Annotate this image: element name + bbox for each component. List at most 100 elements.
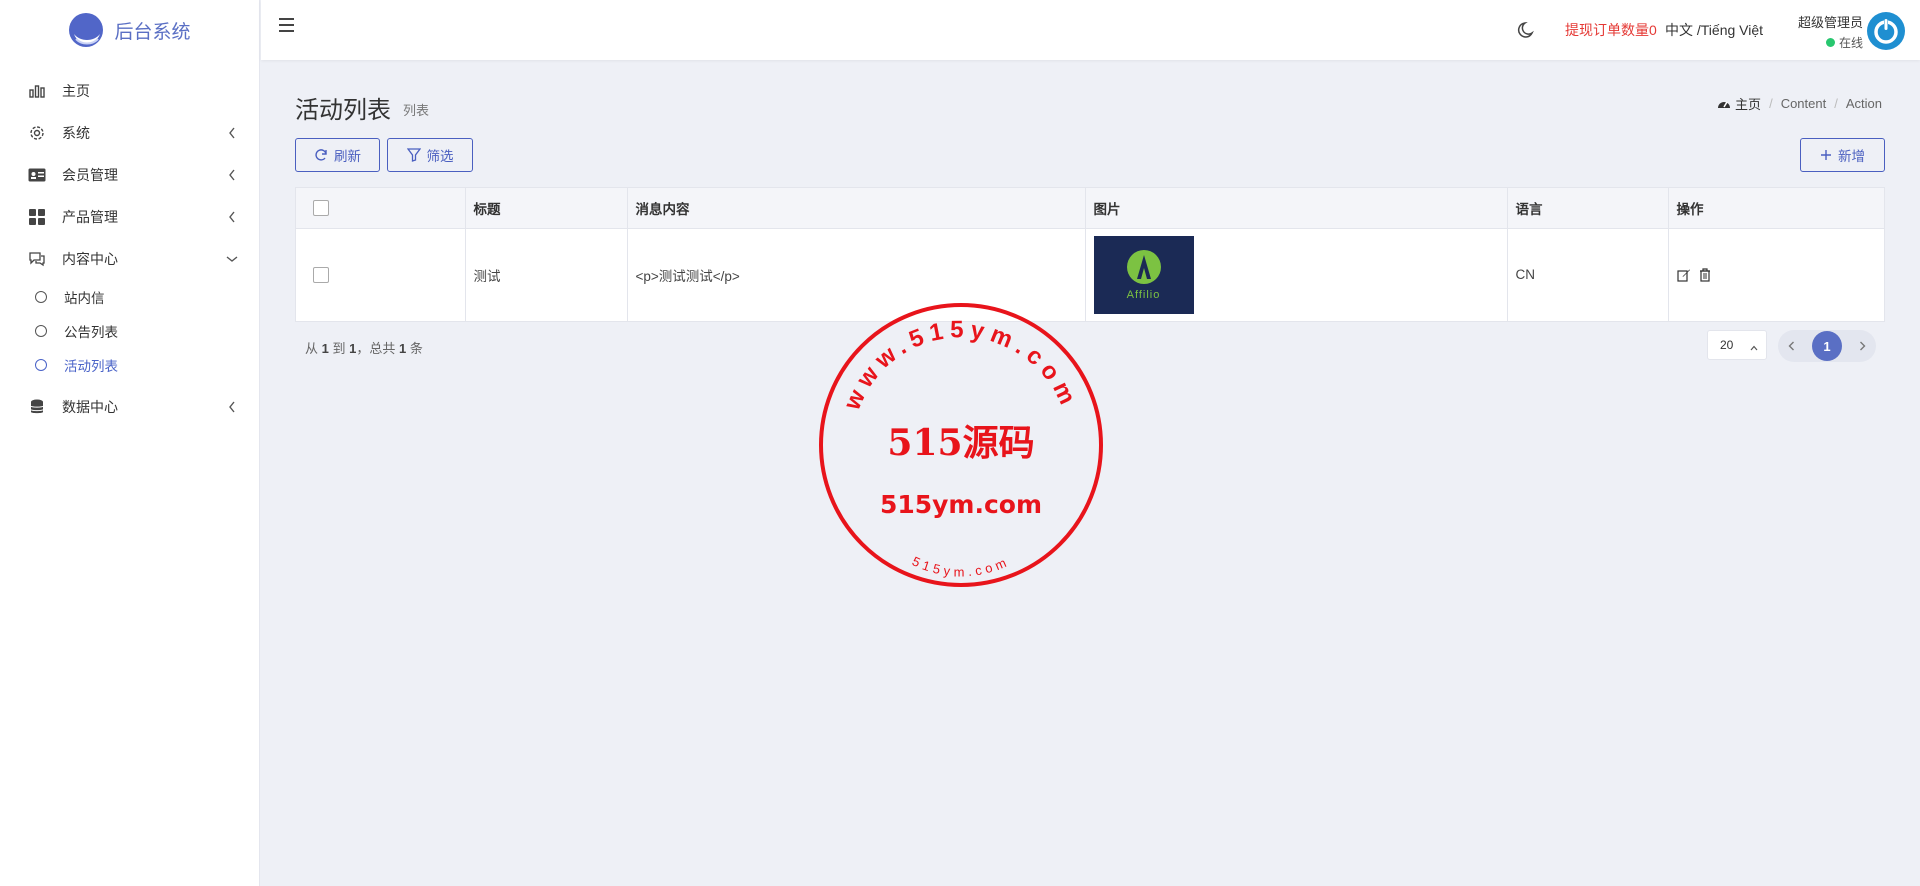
sidebar-subitem-inbox[interactable]: 站内信 [0,280,259,314]
sidebar-subitem-label: 站内信 [64,291,105,306]
circle-icon [35,359,47,371]
avatar[interactable] [1866,11,1906,51]
activity-image-thumbnail[interactable]: Affilio [1093,235,1194,314]
sidebar-item-members[interactable]: 会员管理 [0,154,259,196]
watermark-outer-text: www.515ym.com [838,316,1077,415]
prev-page-icon[interactable] [1788,338,1795,354]
user-info[interactable]: 超级管理员 在线 [1783,12,1863,51]
sidebar-item-data[interactable]: 数据中心 [0,386,259,428]
sidebar-subitem-activities[interactable]: 活动列表 [0,348,259,382]
refresh-label: 刷新 [334,149,361,164]
cell-content: <p>测试测试</p> [627,228,1086,321]
column-header-image[interactable]: 图片 [1085,188,1508,229]
cell-language: CN [1507,228,1669,321]
chat-icon [28,250,46,268]
withdraw-orders-link[interactable]: 提现订单数量0 [1565,20,1657,40]
sidebar-subitem-label: 公告列表 [64,325,118,340]
page-size-select[interactable]: 20 [1707,330,1767,360]
select-all-cell [296,188,466,229]
breadcrumb-separator: / [1769,96,1773,111]
page-subtitle: 列表 [403,103,430,118]
refresh-icon [315,149,327,161]
menu-toggle-icon[interactable] [279,18,299,38]
id-card-icon [28,166,46,184]
sidebar-item-label: 数据中心 [62,399,118,415]
table-row: 测试 <p>测试测试</p> Affilio CN [296,228,1884,321]
filter-icon [406,148,421,162]
select-all-checkbox[interactable] [313,199,329,216]
circle-icon [35,291,47,303]
circle-icon [35,325,47,337]
breadcrumb-home[interactable]: 主页 [1717,94,1761,113]
chevron-down-icon [225,252,239,266]
watermark-center-text: 515源码 [887,422,1034,464]
dashboard-icon [1718,101,1731,108]
sidebar-item-label: 产品管理 [62,209,118,225]
cell-title: 测试 [465,228,628,321]
filter-button[interactable]: 筛选 [387,138,473,172]
sidebar-subitem-notices[interactable]: 公告列表 [0,314,259,348]
language-switcher[interactable]: 中文 /Tiếng Việt [1665,20,1763,40]
row-select-cell [296,228,466,321]
brand-logo-icon [69,13,104,47]
cell-actions [1668,228,1884,321]
column-header-title[interactable]: 标题 [465,188,628,229]
summary-from: 1 [321,341,329,356]
edit-icon[interactable] [1676,268,1691,282]
watermark-url-text: 515ym.com [880,490,1042,519]
plus-icon [1821,150,1831,160]
breadcrumb-content[interactable]: Content [1781,96,1827,111]
sidebar: 后台系统 主页 系统 会员管理 产品管理 内容中心 站内信 公告列表 活动列表 … [0,0,260,886]
breadcrumb-action: Action [1845,96,1882,111]
sidebar-item-content[interactable]: 内容中心 [0,238,259,280]
sidebar-item-products[interactable]: 产品管理 [0,196,259,238]
gear-icon [28,124,46,142]
filter-label: 筛选 [426,149,454,164]
cell-image: Affilio [1085,228,1508,321]
column-header-content[interactable]: 消息内容 [627,188,1086,229]
sidebar-item-label: 主页 [62,83,90,99]
sidebar-item-system[interactable]: 系统 [0,112,259,154]
affilio-logo-icon [1126,249,1161,284]
sidebar-item-label: 内容中心 [62,251,118,267]
summary-total: 1 [399,341,407,356]
brand-name: 后台系统 [114,21,191,43]
watermark-bottom-text: 515ym.com [910,553,1008,579]
brand[interactable]: 后台系统 [0,0,259,60]
breadcrumb-separator: / [1834,96,1838,111]
watermark-seal: www.515ym.com 515源码 515ym.com 515ym.com [819,303,1103,587]
sidebar-subitem-label: 活动列表 [64,359,118,374]
trash-icon[interactable] [1699,268,1711,282]
sidebar-nav: 主页 系统 会员管理 产品管理 内容中心 站内信 公告列表 活动列表 数据中心 [0,70,259,428]
add-label: 新增 [1838,149,1865,164]
column-header-actions: 操作 [1668,188,1884,229]
refresh-button[interactable]: 刷新 [295,138,380,172]
breadcrumb: 主页 / Content / Action [1717,94,1882,113]
thumbnail-text: Affilio [1126,288,1161,301]
add-button[interactable]: 新增 [1800,138,1885,172]
next-page-icon[interactable] [1859,338,1866,354]
user-status-label: 在线 [1838,36,1863,50]
row-checkbox[interactable] [313,266,329,283]
chevron-left-icon [225,400,239,414]
chevron-up-icon [1750,340,1758,354]
dark-mode-moon-icon[interactable] [1517,20,1539,42]
page-size-value: 20 [1720,338,1734,352]
chevron-left-icon [225,126,239,140]
svg-text:www.515ym.com: www.515ym.com [838,316,1083,415]
breadcrumb-home-label: 主页 [1735,97,1762,112]
summary-to-word: 到 [332,341,346,356]
column-header-language[interactable]: 语言 [1507,188,1669,229]
grid-icon [28,208,46,226]
chevron-left-icon [225,168,239,182]
svg-text:515ym.com: 515ym.com [910,553,1012,579]
page-number-button[interactable]: 1 [1812,331,1842,361]
summary-total-word: ，总共 [356,341,396,356]
pagination: 1 [1778,330,1876,362]
table-header-row: 标题 消息内容 图片 语言 操作 [296,188,1884,229]
online-status-dot [1825,38,1835,47]
summary-unit: 条 [409,341,423,356]
pagination-summary: 从 1 到 1，总共 1 条 [305,338,423,357]
user-name: 超级管理员 [1797,15,1863,30]
sidebar-item-home[interactable]: 主页 [0,70,259,112]
